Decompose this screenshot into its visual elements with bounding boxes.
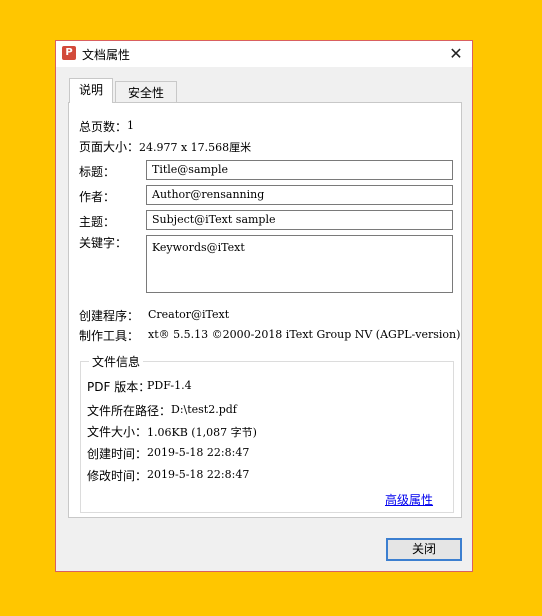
page-count-value: 1 (127, 119, 134, 132)
created-label: 创建时间： (87, 447, 148, 461)
pdf-version-value: PDF-1.4 (147, 379, 192, 392)
dialog-title: 文档属性 (82, 48, 131, 62)
producer-label: 制作工具： (79, 329, 140, 343)
size-label: 文件大小： (87, 425, 148, 439)
path-label: 文件所在路径： (87, 404, 172, 418)
tab-security[interactable]: 安全性 (115, 81, 177, 103)
subject-label: 主题： (79, 215, 116, 229)
description-panel: 总页数： 1 页面大小： 24.977 x 17.568厘米 标题： Title… (68, 102, 462, 518)
keywords-field[interactable]: Keywords@iText (146, 235, 453, 293)
close-icon[interactable]: ✕ (446, 44, 466, 64)
size-value: 1.06KB (1,087 字节) (147, 426, 257, 439)
creator-value: Creator@iText (148, 308, 230, 321)
created-value: 2019-5-18 22:8:47 (147, 446, 250, 459)
close-button[interactable]: 关闭 (386, 538, 462, 561)
page-size-label: 页面大小： (79, 140, 140, 154)
title-bar[interactable]: P 文档属性 ✕ (56, 41, 472, 67)
pdf-app-icon: P (62, 46, 76, 60)
producer-value: xt® 5.5.13 ©2000-2018 iText Group NV (AG… (148, 328, 461, 341)
keywords-label: 关键字： (79, 236, 128, 250)
author-field[interactable]: Author@rensanning (146, 185, 453, 205)
file-info-title: 文件信息 (89, 353, 144, 370)
title-label: 标题： (79, 165, 116, 179)
subject-field[interactable]: Subject@iText sample (146, 210, 453, 230)
pdf-version-label: PDF 版本： (87, 380, 151, 394)
creator-label: 创建程序： (79, 309, 140, 323)
modified-label: 修改时间： (87, 469, 148, 483)
advanced-properties-link[interactable]: 高级属性 (385, 491, 433, 508)
page-count-label: 总页数： (79, 120, 128, 134)
path-value: D:\test2.pdf (171, 403, 237, 416)
tab-description[interactable]: 说明 (69, 78, 113, 103)
page-size-value: 24.977 x 17.568厘米 (139, 141, 252, 154)
modified-value: 2019-5-18 22:8:47 (147, 468, 250, 481)
author-label: 作者： (79, 190, 116, 204)
title-field[interactable]: Title@sample (146, 160, 453, 180)
document-properties-dialog: P 文档属性 ✕ 说明 安全性 总页数： 1 页面大小： 24.977 x 17… (55, 40, 473, 572)
